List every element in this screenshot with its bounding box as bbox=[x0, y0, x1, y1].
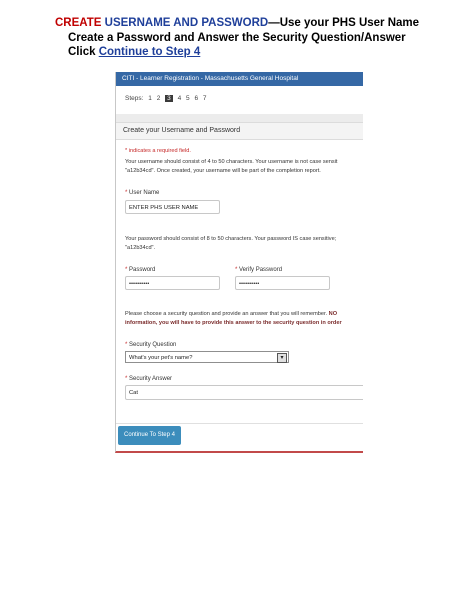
security-help-1: Please choose a security question and pr… bbox=[125, 311, 338, 317]
username-help-1: Your username should consist of 4 to 50 … bbox=[125, 159, 338, 165]
section-title: Create your Username and Password bbox=[116, 122, 363, 140]
step-6[interactable]: 6 bbox=[194, 95, 198, 102]
divider-bar bbox=[116, 114, 363, 122]
security-question-label: * Security Question bbox=[125, 342, 177, 348]
security-answer-input[interactable]: Cat bbox=[125, 385, 363, 400]
instruction-line-1: CREATE USERNAME AND PASSWORD—Use your PH… bbox=[55, 16, 419, 31]
step-3-current[interactable]: 3 bbox=[165, 95, 173, 102]
instruction-username-password: USERNAME AND PASSWORD bbox=[104, 17, 269, 29]
instruction-line-2: Create a Password and Answer the Securit… bbox=[68, 32, 406, 44]
security-help-2: information, you will have to provide th… bbox=[125, 320, 342, 326]
steps-nav: Steps: 1 2 3 4 5 6 7 bbox=[125, 95, 210, 102]
step-7[interactable]: 7 bbox=[203, 95, 207, 102]
window-title: CITI - Learner Registration - Massachuse… bbox=[116, 72, 363, 86]
step-2[interactable]: 2 bbox=[157, 95, 161, 102]
steps-label: Steps: bbox=[125, 95, 144, 102]
security-question-select[interactable]: What's your pet's name? ▾ bbox=[125, 351, 289, 363]
continue-link[interactable]: Continue to Step 4 bbox=[99, 46, 201, 58]
instruction-click: Click bbox=[68, 46, 96, 58]
password-label: * Password bbox=[125, 267, 156, 273]
username-label: * User Name bbox=[125, 190, 160, 196]
instruction-create: CREATE bbox=[55, 17, 102, 29]
form-separator bbox=[116, 423, 363, 424]
chevron-down-icon[interactable]: ▾ bbox=[277, 353, 287, 363]
step-1[interactable]: 1 bbox=[148, 95, 152, 102]
username-input[interactable]: ENTER PHS USER NAME bbox=[125, 200, 220, 214]
instruction-line-3: Click Continue to Step 4 bbox=[68, 45, 200, 60]
continue-button[interactable]: Continue To Step 4 bbox=[118, 426, 181, 445]
registration-screenshot: CITI - Learner Registration - Massachuse… bbox=[115, 72, 363, 453]
password-help-2: "a12b34cd". bbox=[125, 245, 156, 251]
step-5[interactable]: 5 bbox=[186, 95, 190, 102]
form-content: * indicates a required field. Your usern… bbox=[116, 139, 363, 451]
verify-password-label: * Verify Password bbox=[235, 267, 283, 273]
required-note: * indicates a required field. bbox=[125, 148, 191, 154]
step-4[interactable]: 4 bbox=[178, 95, 182, 102]
password-help-1: Your password should consist of 8 to 50 … bbox=[125, 236, 337, 242]
verify-password-input[interactable]: •••••••••• bbox=[235, 276, 330, 290]
username-help-2: "a12b34cd". Once created, your username … bbox=[125, 168, 321, 174]
password-input[interactable]: •••••••••• bbox=[125, 276, 220, 290]
security-answer-label: * Security Answer bbox=[125, 376, 173, 382]
instruction-line-1-rest: —Use your PHS User Name bbox=[268, 17, 420, 29]
